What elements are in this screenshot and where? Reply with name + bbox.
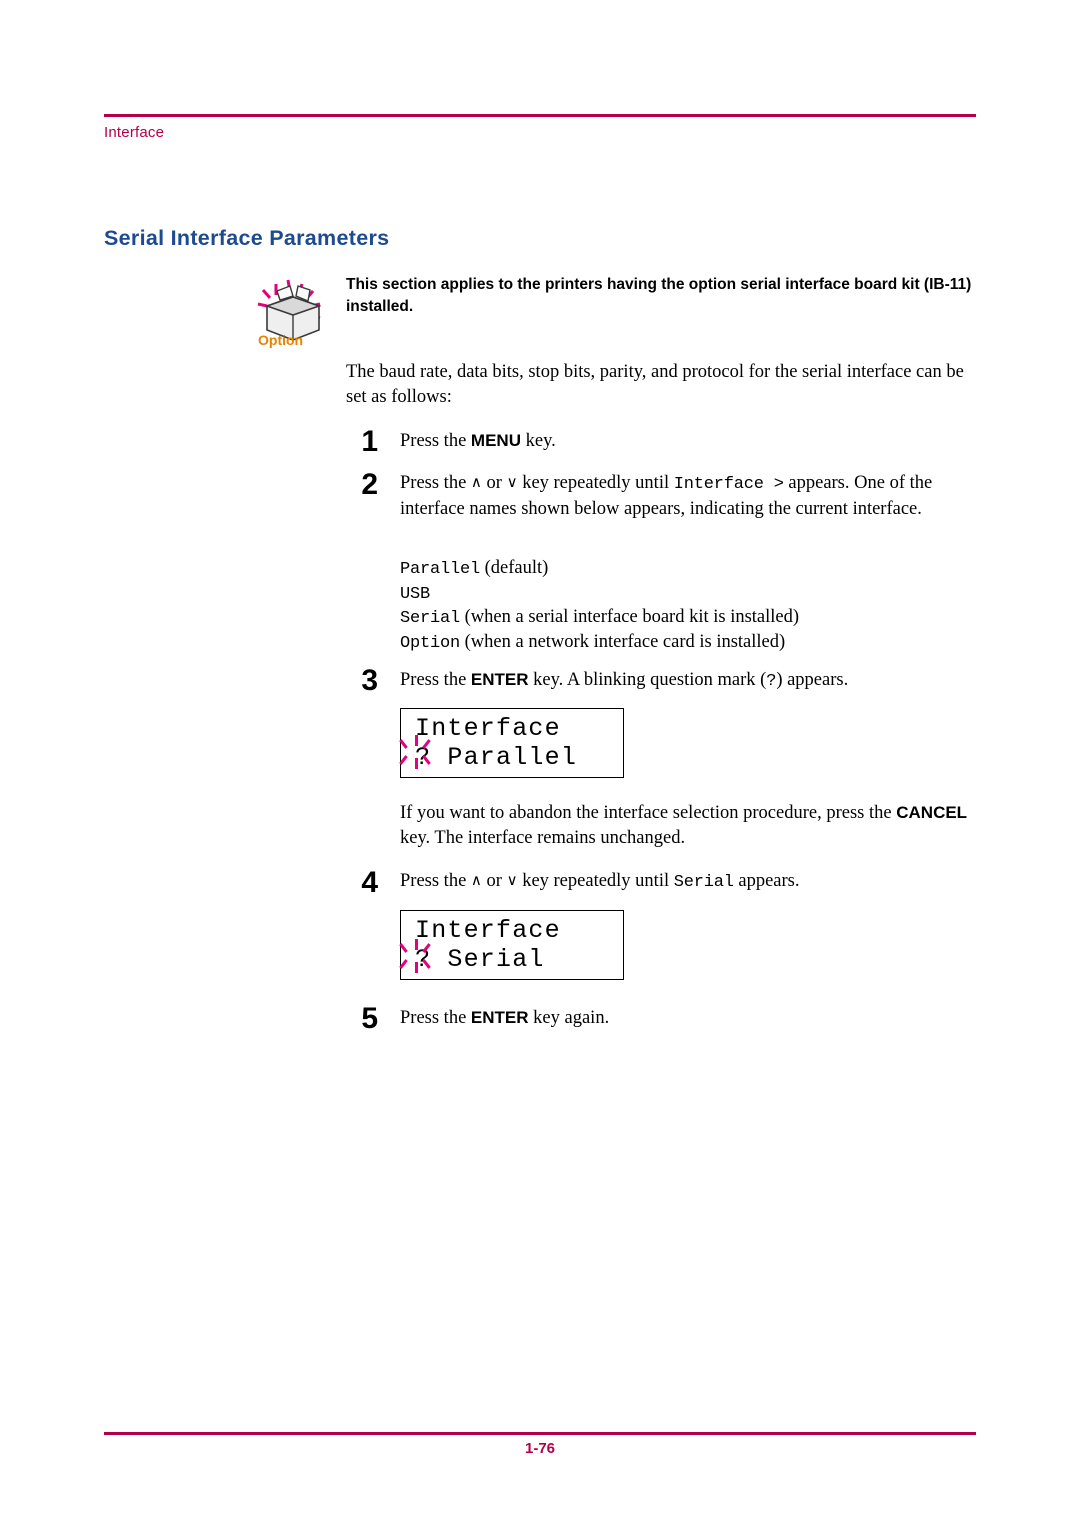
- down-arrow-icon: ∨: [506, 473, 518, 491]
- step-3-pre: Press the: [400, 670, 471, 690]
- option-name: Option: [400, 633, 461, 653]
- step-5-text: Press the ENTER key again.: [400, 1005, 990, 1031]
- step-5-post: key again.: [528, 1008, 610, 1028]
- step-2-text: Press the ∧ or ∨ key repeatedly until In…: [400, 471, 990, 522]
- step-4-mid: key repeatedly until: [517, 871, 674, 891]
- list-item: Serial (when a serial interface board ki…: [400, 606, 1000, 631]
- running-head: Interface: [104, 124, 165, 141]
- step-4-pre: Press the: [400, 871, 471, 891]
- cancel-paragraph: If you want to abandon the interface sel…: [400, 800, 980, 851]
- step-3-post: ) appears.: [776, 670, 849, 690]
- cancel-pre: If you want to abandon the interface sel…: [400, 803, 897, 823]
- document-page: Interface Serial Interface Parameters Op…: [0, 0, 1080, 1528]
- step-1-key: MENU: [470, 431, 521, 450]
- blink-indicator-icon: [399, 735, 434, 769]
- step-4-post: appears.: [733, 871, 800, 891]
- step-3-text: Press the ENTER key. A blinking question…: [400, 667, 990, 694]
- step-2-pre: Press the: [400, 473, 471, 493]
- step-2-number: 2: [361, 468, 378, 501]
- step-3-number: 3: [361, 664, 378, 697]
- step-3-mid: key. A blinking question mark (: [528, 670, 767, 690]
- option-name: Parallel: [400, 560, 481, 579]
- step-3-mono: ?: [766, 672, 777, 691]
- step-1-post: key.: [520, 431, 556, 451]
- page-number: 1-76: [524, 1440, 556, 1457]
- step-2-mid: key repeatedly until: [517, 473, 674, 493]
- cancel-key: CANCEL: [896, 803, 968, 822]
- lcd-panel-parallel: Interface ? Parallel: [399, 708, 624, 778]
- interface-option-list: Parallel (default) USB Serial (when a se…: [400, 557, 1000, 655]
- option-desc: (when a network interface card is instal…: [460, 631, 786, 652]
- page-title: Serial Interface Parameters: [104, 226, 390, 250]
- up-arrow-icon: ∧: [470, 473, 482, 491]
- lcd-line-2: ? Parallel: [415, 743, 578, 772]
- option-name: Serial: [400, 609, 461, 628]
- option-desc: (default): [480, 558, 549, 578]
- step-2-mono: Interface >: [673, 475, 784, 494]
- footer-rule: [104, 1432, 976, 1435]
- option-note-text: This section applies to the printers hav…: [346, 276, 972, 315]
- step-4-or: or: [481, 871, 507, 891]
- list-item: USB: [400, 582, 1000, 607]
- header-rule: [104, 114, 976, 117]
- option-name: USB: [400, 584, 431, 604]
- step-1-text: Press the MENU key.: [400, 428, 990, 454]
- step-5-number: 5: [361, 1002, 378, 1035]
- step-3-key: ENTER: [470, 670, 529, 689]
- list-item: Parallel (default): [400, 557, 1000, 582]
- step-5-key: ENTER: [470, 1008, 529, 1027]
- option-desc: (when a serial interface board kit is in…: [460, 607, 800, 627]
- step-5-pre: Press the: [400, 1008, 471, 1028]
- step-1-number: 1: [361, 425, 378, 458]
- up-arrow-icon: ∧: [470, 871, 482, 889]
- lcd-line-1: Interface: [415, 916, 561, 945]
- step-1-pre: Press the: [400, 431, 471, 451]
- step-2-or: or: [481, 473, 507, 493]
- list-item: Option (when a network interface card is…: [400, 631, 1000, 656]
- option-icon-caption: Option: [258, 332, 304, 348]
- lcd-line-2: ? Serial: [415, 945, 545, 974]
- cancel-post: key. The interface remains unchanged.: [400, 828, 686, 848]
- blink-indicator-icon: [399, 939, 434, 973]
- step-4-mono: Serial: [673, 873, 734, 892]
- lcd-panel-serial: Interface ? Serial: [399, 910, 624, 980]
- step-4-number: 4: [361, 866, 378, 899]
- step-4-text: Press the ∧ or ∨ key repeatedly until Se…: [400, 869, 990, 895]
- down-arrow-icon: ∨: [506, 871, 518, 889]
- lcd-line-1: Interface: [415, 714, 561, 743]
- intro-paragraph: The baud rate, data bits, stop bits, par…: [346, 362, 964, 407]
